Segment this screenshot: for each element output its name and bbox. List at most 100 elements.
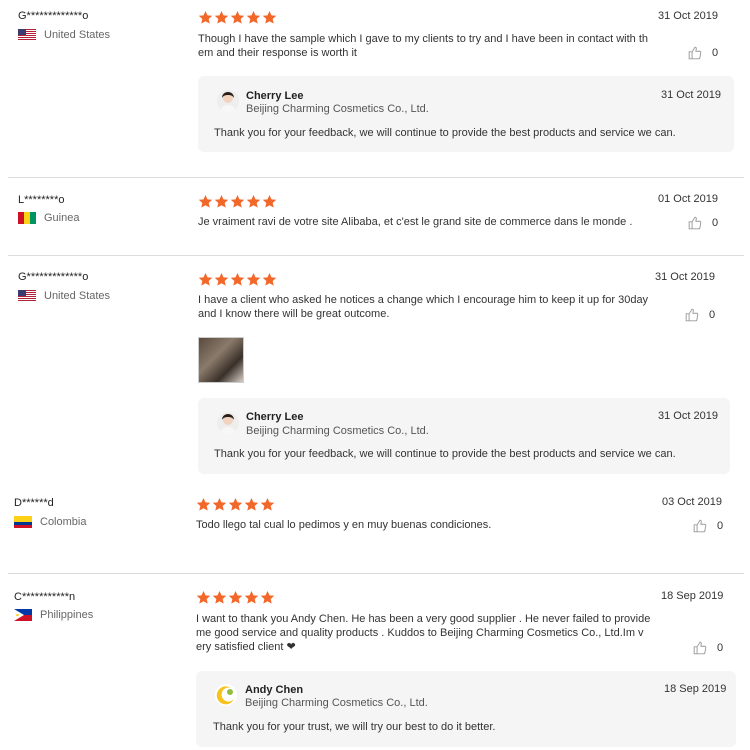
review-text-line: Je vraiment ravi de votre site Alibaba, … <box>198 216 633 228</box>
star-icon <box>260 497 275 511</box>
thumbs-up-icon <box>688 46 702 60</box>
supplier-reply: Cherry Lee Beijing Charming Cosmetics Co… <box>198 398 730 474</box>
reviewer-country: Guinea <box>18 212 79 224</box>
thumbs-up-icon <box>693 519 707 533</box>
reviewer-country: Philippines <box>14 609 93 621</box>
review-divider <box>8 177 744 178</box>
supplier-avatar <box>217 412 239 434</box>
review-text-line: Though I have the sample which I gave to… <box>198 33 649 45</box>
country-label: United States <box>44 290 111 302</box>
star-icon <box>212 497 227 511</box>
like-button[interactable]: 0 <box>688 216 718 230</box>
like-button[interactable]: 0 <box>693 519 723 533</box>
like-button[interactable]: 0 <box>693 641 723 655</box>
star-icon <box>246 272 261 286</box>
country-label: Guinea <box>44 212 80 224</box>
review-date: 01 Oct 2019 <box>658 193 718 205</box>
reply-text: Thank you for your feedback, we will con… <box>214 448 676 460</box>
star-icon <box>196 590 211 604</box>
review-text-line: ery satisfied client ❤ <box>196 641 296 653</box>
rating-stars <box>198 272 277 287</box>
star-icon <box>230 194 245 208</box>
like-button[interactable]: 0 <box>685 308 715 322</box>
reply-author: Cherry Lee <box>246 411 304 423</box>
guinea-flag-icon <box>18 212 36 224</box>
review-text-line: and I know there will be great outcome. <box>198 308 390 320</box>
supplier-reply: Andy Chen Beijing Charming Cosmetics Co.… <box>196 671 736 747</box>
review-text: I have a client who asked he notices a c… <box>198 293 648 321</box>
colombia-flag-icon <box>14 516 32 528</box>
philippines-flag-icon <box>14 609 32 621</box>
star-icon <box>198 194 213 208</box>
star-icon <box>244 590 259 604</box>
review-date: 31 Oct 2019 <box>658 10 718 22</box>
star-icon <box>244 497 259 511</box>
reply-company: Beijing Charming Cosmetics Co., Ltd. <box>245 697 428 709</box>
us-flag-icon <box>18 290 36 302</box>
star-icon <box>212 590 227 604</box>
reply-company: Beijing Charming Cosmetics Co., Ltd. <box>246 425 429 437</box>
reply-author: Cherry Lee <box>246 90 304 102</box>
review-photo-thumbnail[interactable] <box>198 337 244 383</box>
like-button[interactable]: 0 <box>688 46 718 60</box>
star-icon <box>262 194 277 208</box>
reviewer-name: G*************o <box>18 271 89 283</box>
rating-stars <box>196 497 275 512</box>
reviewer-country: Colombia <box>14 516 86 528</box>
reply-author: Andy Chen <box>245 684 304 696</box>
reviewer-name: G*************o <box>18 10 89 22</box>
reviewer-name: C***********n <box>14 591 76 603</box>
review-date: 03 Oct 2019 <box>662 496 722 508</box>
rating-stars <box>198 10 277 25</box>
supplier-avatar <box>215 684 237 706</box>
supplier-reply: Cherry Lee Beijing Charming Cosmetics Co… <box>198 76 734 152</box>
reviewer-country: United States <box>18 29 110 41</box>
review-text-line: I have a client who asked he notices a c… <box>198 294 649 306</box>
reply-date: 31 Oct 2019 <box>658 410 718 422</box>
rating-stars <box>198 194 277 209</box>
reply-text: Thank you for your feedback, we will con… <box>214 127 676 139</box>
rating-stars <box>196 590 275 605</box>
review-text: Je vraiment ravi de votre site Alibaba, … <box>198 215 632 229</box>
review-date: 18 Sep 2019 <box>661 590 724 602</box>
us-flag-icon <box>18 29 36 41</box>
reviewer-country: United States <box>18 290 110 302</box>
reply-company: Beijing Charming Cosmetics Co., Ltd. <box>246 103 429 115</box>
star-icon <box>260 590 275 604</box>
reviewer-name: L********o <box>18 194 65 206</box>
star-icon <box>230 10 245 24</box>
like-count: 0 <box>712 217 719 229</box>
star-icon <box>246 10 261 24</box>
thumbs-up-icon <box>688 216 702 230</box>
review-text: Though I have the sample which I gave to… <box>198 32 648 60</box>
review-text-line: I want to thank you Andy Chen. He has be… <box>196 613 651 625</box>
star-icon <box>196 497 211 511</box>
review-text-line: me good service and quality products . K… <box>196 627 644 639</box>
reply-date: 31 Oct 2019 <box>661 89 721 101</box>
country-label: Philippines <box>40 609 94 621</box>
star-icon <box>230 272 245 286</box>
thumbs-up-icon <box>685 308 699 322</box>
star-icon <box>228 590 243 604</box>
star-icon <box>228 497 243 511</box>
review-text: Todo llego tal cual lo pedimos y en muy … <box>196 518 491 532</box>
like-count: 0 <box>709 309 716 321</box>
review-text: I want to thank you Andy Chen. He has be… <box>196 612 650 654</box>
reply-date: 18 Sep 2019 <box>664 683 727 695</box>
star-icon <box>198 272 213 286</box>
star-icon <box>214 194 229 208</box>
review-divider <box>8 255 744 256</box>
star-icon <box>214 272 229 286</box>
like-count: 0 <box>712 47 719 59</box>
star-icon <box>214 10 229 24</box>
country-label: Colombia <box>40 516 87 528</box>
review-date: 31 Oct 2019 <box>655 271 715 283</box>
review-text-line: em and their response is worth it <box>198 47 357 59</box>
reply-text: Thank you for your trust, we will try ou… <box>213 721 496 733</box>
country-label: United States <box>44 29 111 41</box>
supplier-avatar <box>217 90 239 112</box>
star-icon <box>246 194 261 208</box>
review-text-line: Todo llego tal cual lo pedimos y en muy … <box>196 519 492 531</box>
star-icon <box>262 272 277 286</box>
star-icon <box>198 10 213 24</box>
